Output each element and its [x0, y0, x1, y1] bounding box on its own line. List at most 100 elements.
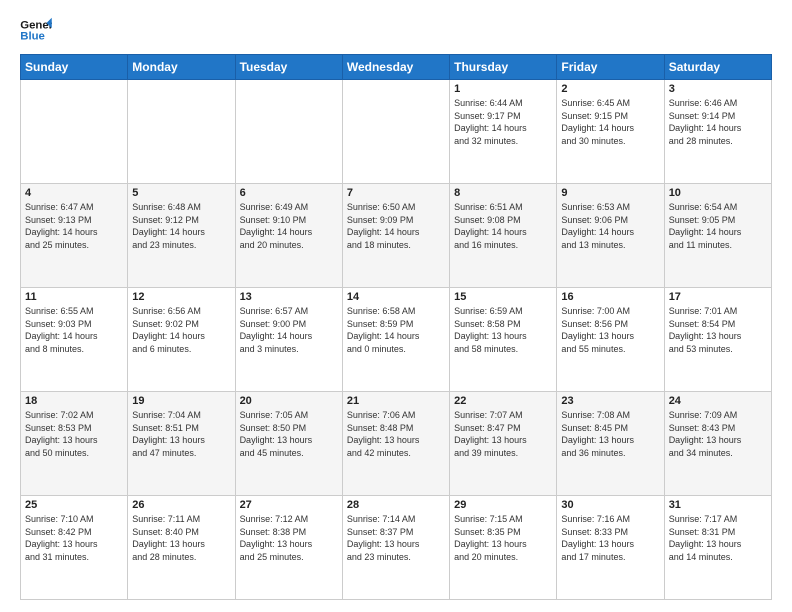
- calendar-cell: 25 Sunrise: 7:10 AM Sunset: 8:42 PM Dayli…: [21, 496, 128, 600]
- day-info: Sunrise: 6:47 AM Sunset: 9:13 PM Dayligh…: [25, 201, 123, 251]
- day-number: 2: [561, 83, 659, 95]
- calendar-cell: 17 Sunrise: 7:01 AM Sunset: 8:54 PM Dayli…: [664, 288, 771, 392]
- weekday-header-monday: Monday: [128, 55, 235, 80]
- weekday-header-saturday: Saturday: [664, 55, 771, 80]
- day-info: Sunrise: 7:08 AM Sunset: 8:45 PM Dayligh…: [561, 409, 659, 459]
- weekday-header-friday: Friday: [557, 55, 664, 80]
- calendar-cell: 27Sunrise: 7:12 AM Sunset: 8:38 PM Dayli…: [235, 496, 342, 600]
- logo-icon: General Blue: [20, 16, 52, 44]
- logo: General Blue: [20, 16, 52, 44]
- day-number: 4: [25, 187, 123, 199]
- day-info: Sunrise: 7:07 AM Sunset: 8:47 PM Dayligh…: [454, 409, 552, 459]
- header: General Blue: [20, 16, 772, 44]
- page: General Blue SundayMondayTuesdayWednesda…: [0, 0, 792, 612]
- day-info: Sunrise: 6:48 AM Sunset: 9:12 PM Dayligh…: [132, 201, 230, 251]
- day-info: Sunrise: 6:55 AM Sunset: 9:03 PM Dayligh…: [25, 305, 123, 355]
- day-number: 13: [240, 291, 338, 303]
- day-info: Sunrise: 6:44 AM Sunset: 9:17 PM Dayligh…: [454, 97, 552, 147]
- calendar-cell: 30Sunrise: 7:16 AM Sunset: 8:33 PM Dayli…: [557, 496, 664, 600]
- day-info: Sunrise: 7:02 AM Sunset: 8:53 PM Dayligh…: [25, 409, 123, 459]
- week-row-3: 11 Sunrise: 6:55 AM Sunset: 9:03 PM Dayli…: [21, 288, 772, 392]
- day-number: 25: [25, 499, 123, 511]
- day-info: Sunrise: 7:05 AM Sunset: 8:50 PM Dayligh…: [240, 409, 338, 459]
- day-info: Sunrise: 6:58 AM Sunset: 8:59 PM Dayligh…: [347, 305, 445, 355]
- calendar-cell: 23 Sunrise: 7:08 AM Sunset: 8:45 PM Dayli…: [557, 392, 664, 496]
- week-row-5: 25 Sunrise: 7:10 AM Sunset: 8:42 PM Dayli…: [21, 496, 772, 600]
- calendar-cell: [21, 80, 128, 184]
- day-info: Sunrise: 7:09 AM Sunset: 8:43 PM Dayligh…: [669, 409, 767, 459]
- calendar-cell: 1Sunrise: 6:44 AM Sunset: 9:17 PM Daylig…: [450, 80, 557, 184]
- day-info: Sunrise: 7:01 AM Sunset: 8:54 PM Dayligh…: [669, 305, 767, 355]
- day-number: 14: [347, 291, 445, 303]
- day-info: Sunrise: 7:15 AM Sunset: 8:35 PM Dayligh…: [454, 513, 552, 563]
- week-row-4: 18 Sunrise: 7:02 AM Sunset: 8:53 PM Dayli…: [21, 392, 772, 496]
- day-number: 20: [240, 395, 338, 407]
- day-info: Sunrise: 7:11 AM Sunset: 8:40 PM Dayligh…: [132, 513, 230, 563]
- calendar-cell: 13 Sunrise: 6:57 AM Sunset: 9:00 PM Dayli…: [235, 288, 342, 392]
- calendar-cell: 7Sunrise: 6:50 AM Sunset: 9:09 PM Daylig…: [342, 184, 449, 288]
- day-number: 31: [669, 499, 767, 511]
- day-info: Sunrise: 7:00 AM Sunset: 8:56 PM Dayligh…: [561, 305, 659, 355]
- calendar-cell: 31 Sunrise: 7:17 AM Sunset: 8:31 PM Dayli…: [664, 496, 771, 600]
- day-info: Sunrise: 6:57 AM Sunset: 9:00 PM Dayligh…: [240, 305, 338, 355]
- day-number: 16: [561, 291, 659, 303]
- calendar-cell: 12 Sunrise: 6:56 AM Sunset: 9:02 PM Dayli…: [128, 288, 235, 392]
- day-info: Sunrise: 6:56 AM Sunset: 9:02 PM Dayligh…: [132, 305, 230, 355]
- calendar-cell: 22 Sunrise: 7:07 AM Sunset: 8:47 PM Dayli…: [450, 392, 557, 496]
- calendar-cell: 21Sunrise: 7:06 AM Sunset: 8:48 PM Dayli…: [342, 392, 449, 496]
- calendar-cell: 19Sunrise: 7:04 AM Sunset: 8:51 PM Dayli…: [128, 392, 235, 496]
- day-number: 26: [132, 499, 230, 511]
- calendar-cell: [128, 80, 235, 184]
- day-number: 28: [347, 499, 445, 511]
- weekday-header-wednesday: Wednesday: [342, 55, 449, 80]
- calendar-cell: 9 Sunrise: 6:53 AM Sunset: 9:06 PM Daylig…: [557, 184, 664, 288]
- calendar-cell: 3Sunrise: 6:46 AM Sunset: 9:14 PM Daylig…: [664, 80, 771, 184]
- calendar-cell: 14 Sunrise: 6:58 AM Sunset: 8:59 PM Dayli…: [342, 288, 449, 392]
- week-row-2: 4 Sunrise: 6:47 AM Sunset: 9:13 PM Daylig…: [21, 184, 772, 288]
- day-info: Sunrise: 7:16 AM Sunset: 8:33 PM Dayligh…: [561, 513, 659, 563]
- weekday-header-row: SundayMondayTuesdayWednesdayThursdayFrid…: [21, 55, 772, 80]
- calendar-cell: 10 Sunrise: 6:54 AM Sunset: 9:05 PM Dayli…: [664, 184, 771, 288]
- day-number: 15: [454, 291, 552, 303]
- day-info: Sunrise: 7:12 AM Sunset: 8:38 PM Dayligh…: [240, 513, 338, 563]
- day-info: Sunrise: 6:54 AM Sunset: 9:05 PM Dayligh…: [669, 201, 767, 251]
- day-info: Sunrise: 6:45 AM Sunset: 9:15 PM Dayligh…: [561, 97, 659, 147]
- day-info: Sunrise: 7:06 AM Sunset: 8:48 PM Dayligh…: [347, 409, 445, 459]
- svg-text:Blue: Blue: [20, 31, 45, 43]
- calendar-cell: 18 Sunrise: 7:02 AM Sunset: 8:53 PM Dayli…: [21, 392, 128, 496]
- calendar-table: SundayMondayTuesdayWednesdayThursdayFrid…: [20, 54, 772, 600]
- day-info: Sunrise: 7:04 AM Sunset: 8:51 PM Dayligh…: [132, 409, 230, 459]
- weekday-header-thursday: Thursday: [450, 55, 557, 80]
- calendar-cell: 28 Sunrise: 7:14 AM Sunset: 8:37 PM Dayli…: [342, 496, 449, 600]
- day-number: 6: [240, 187, 338, 199]
- svg-text:General: General: [20, 19, 52, 31]
- day-number: 23: [561, 395, 659, 407]
- weekday-header-tuesday: Tuesday: [235, 55, 342, 80]
- calendar-cell: 15 Sunrise: 6:59 AM Sunset: 8:58 PM Dayli…: [450, 288, 557, 392]
- day-number: 5: [132, 187, 230, 199]
- day-info: Sunrise: 6:53 AM Sunset: 9:06 PM Dayligh…: [561, 201, 659, 251]
- calendar-cell: 26 Sunrise: 7:11 AM Sunset: 8:40 PM Dayli…: [128, 496, 235, 600]
- day-number: 22: [454, 395, 552, 407]
- calendar-cell: 16 Sunrise: 7:00 AM Sunset: 8:56 PM Dayli…: [557, 288, 664, 392]
- day-number: 17: [669, 291, 767, 303]
- day-info: Sunrise: 6:46 AM Sunset: 9:14 PM Dayligh…: [669, 97, 767, 147]
- calendar-cell: 6Sunrise: 6:49 AM Sunset: 9:10 PM Daylig…: [235, 184, 342, 288]
- calendar-cell: [342, 80, 449, 184]
- calendar-cell: 8Sunrise: 6:51 AM Sunset: 9:08 PM Daylig…: [450, 184, 557, 288]
- day-number: 18: [25, 395, 123, 407]
- calendar-cell: [235, 80, 342, 184]
- day-info: Sunrise: 6:50 AM Sunset: 9:09 PM Dayligh…: [347, 201, 445, 251]
- calendar-cell: 4 Sunrise: 6:47 AM Sunset: 9:13 PM Daylig…: [21, 184, 128, 288]
- day-info: Sunrise: 7:10 AM Sunset: 8:42 PM Dayligh…: [25, 513, 123, 563]
- day-number: 24: [669, 395, 767, 407]
- day-number: 12: [132, 291, 230, 303]
- day-info: Sunrise: 7:17 AM Sunset: 8:31 PM Dayligh…: [669, 513, 767, 563]
- calendar-cell: 24 Sunrise: 7:09 AM Sunset: 8:43 PM Dayli…: [664, 392, 771, 496]
- day-number: 11: [25, 291, 123, 303]
- day-number: 10: [669, 187, 767, 199]
- day-info: Sunrise: 6:59 AM Sunset: 8:58 PM Dayligh…: [454, 305, 552, 355]
- day-number: 8: [454, 187, 552, 199]
- day-info: Sunrise: 7:14 AM Sunset: 8:37 PM Dayligh…: [347, 513, 445, 563]
- day-number: 9: [561, 187, 659, 199]
